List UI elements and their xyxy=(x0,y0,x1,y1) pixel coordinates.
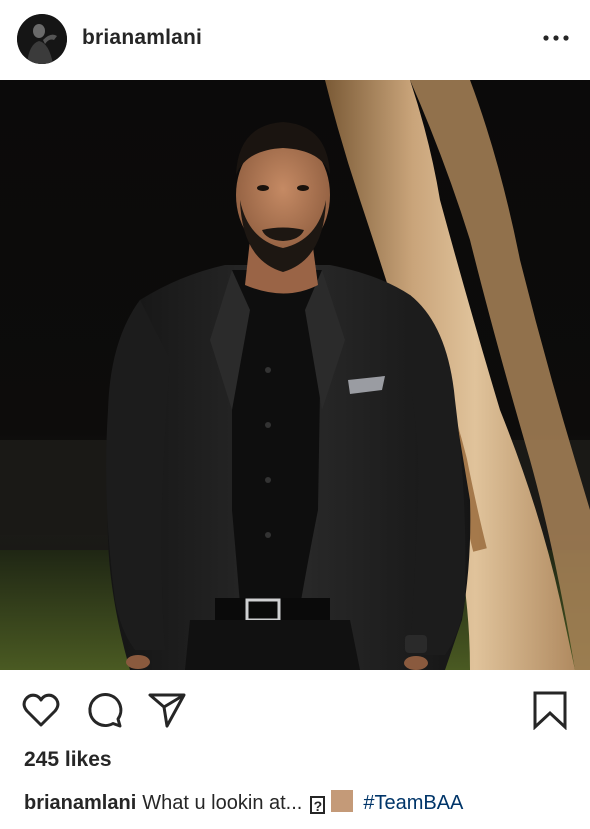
post-image xyxy=(0,80,590,670)
unknown-emoji-glyph: ? xyxy=(310,796,326,814)
more-horizontal-icon xyxy=(543,35,569,41)
post-username[interactable]: brianamlani xyxy=(82,26,202,50)
like-button[interactable] xyxy=(21,690,61,730)
skin-tone-swatch xyxy=(331,790,354,812)
share-icon xyxy=(148,693,186,728)
bookmark-icon xyxy=(533,691,567,730)
caption: brianamlani What u lookin at...? #TeamBAA xyxy=(24,790,584,815)
avatar[interactable] xyxy=(17,14,67,64)
comment-icon xyxy=(88,693,123,728)
likes-count[interactable]: 245 likes xyxy=(24,748,112,772)
caption-username[interactable]: brianamlani xyxy=(24,792,136,814)
comment-button[interactable] xyxy=(85,690,125,730)
save-button[interactable] xyxy=(530,690,570,730)
post-photo[interactable] xyxy=(0,80,590,670)
more-options-button[interactable] xyxy=(538,26,574,50)
action-bar xyxy=(0,670,590,746)
hashtag-link[interactable]: #TeamBAA xyxy=(363,792,463,814)
caption-text: What u lookin at... xyxy=(142,792,303,814)
post-header: brianamlani xyxy=(0,0,590,80)
share-button[interactable] xyxy=(147,690,187,730)
heart-icon xyxy=(22,693,60,727)
